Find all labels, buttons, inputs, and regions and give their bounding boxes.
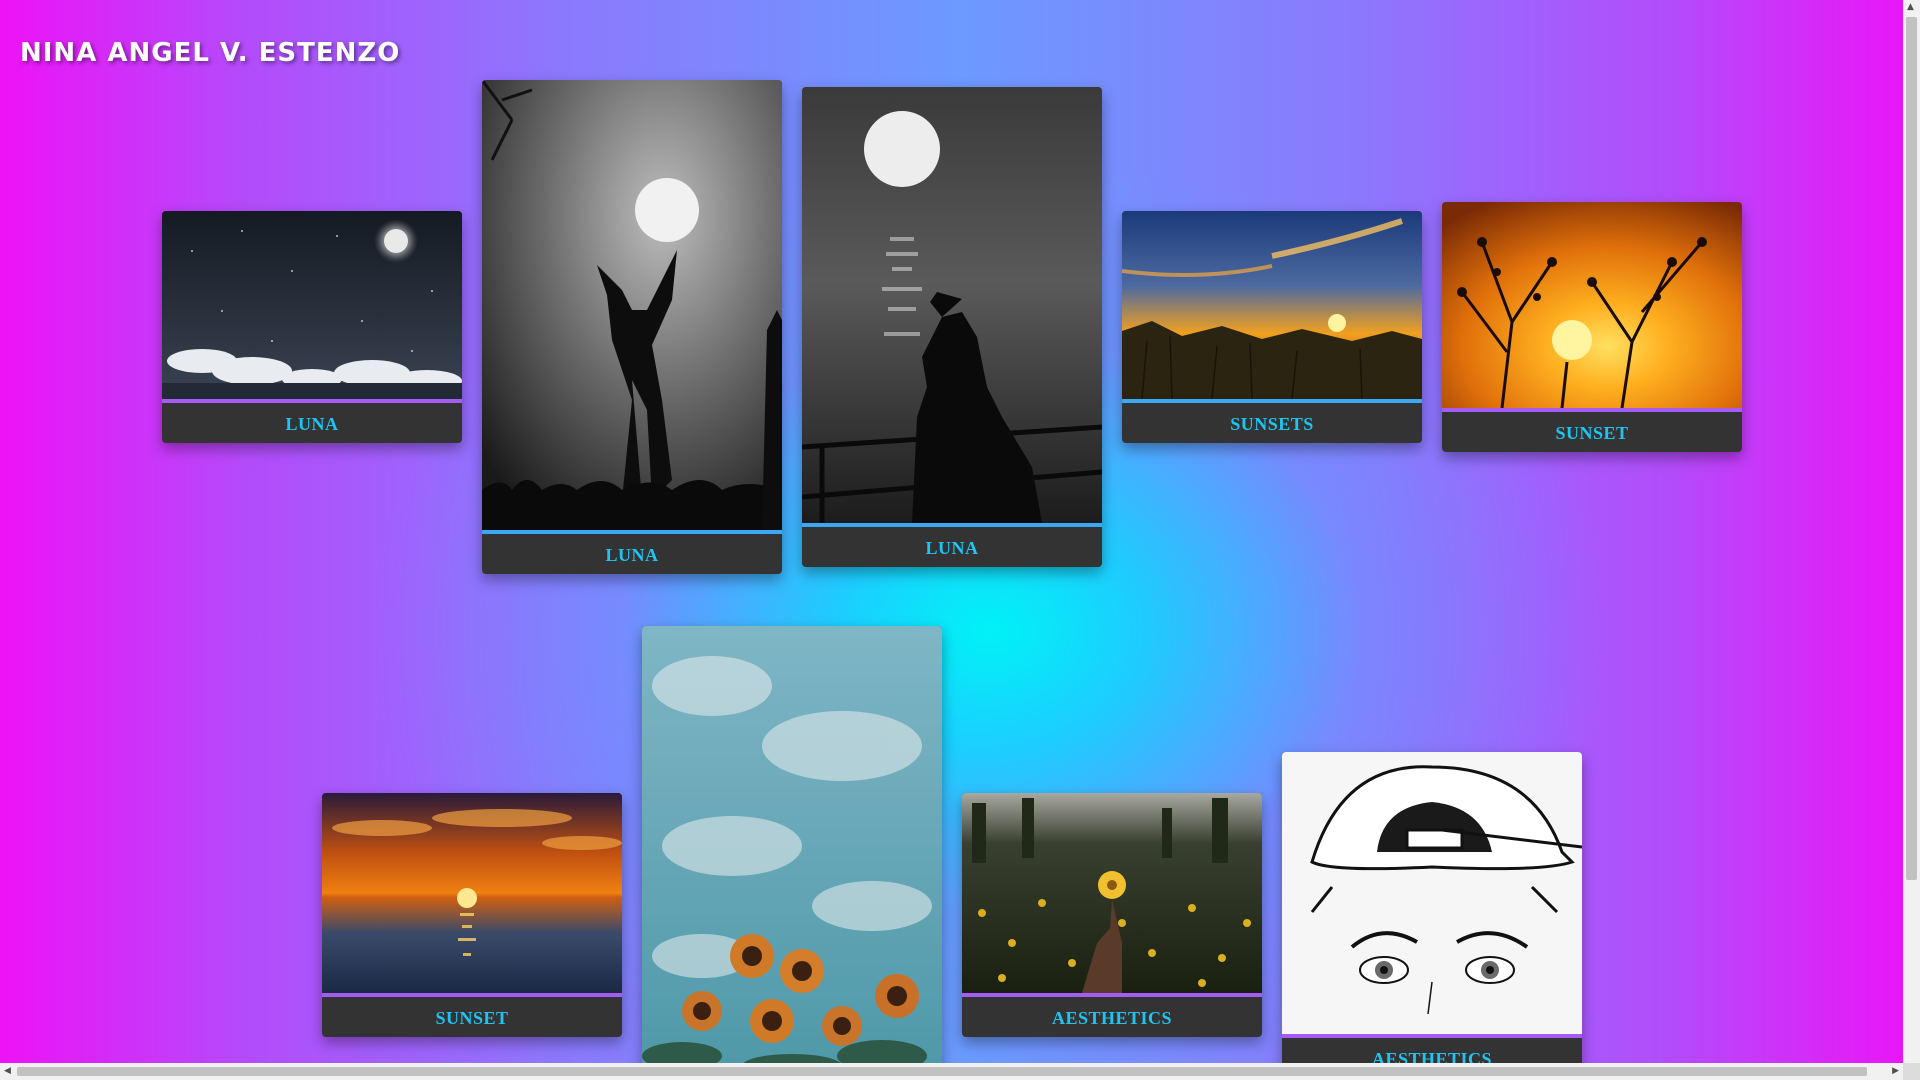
card-image-golden-sunset xyxy=(1122,211,1422,399)
scrollbar-corner xyxy=(1903,1063,1920,1080)
vertical-scroll-thumb[interactable] xyxy=(1906,17,1917,880)
gallery-card-sunsets[interactable]: SUNSETS xyxy=(1122,211,1422,443)
card-label: SUNSETS xyxy=(1230,414,1314,434)
scroll-right-icon[interactable]: ▶ xyxy=(1892,1066,1899,1076)
card-image-night-sky xyxy=(162,211,462,399)
card-label: LUNA xyxy=(605,545,659,565)
horizontal-scrollbar[interactable]: ◀ ▶ xyxy=(0,1063,1903,1080)
scroll-left-icon[interactable]: ◀ xyxy=(4,1066,11,1076)
scroll-up-icon[interactable]: ▲ xyxy=(1907,2,1914,12)
card-image-sunflowers xyxy=(642,626,942,1076)
vertical-scrollbar[interactable]: ▲ xyxy=(1903,0,1920,1063)
gallery-card-sunset-ocean[interactable]: SUNSET xyxy=(322,793,622,1037)
gallery-card-luna-railing[interactable]: LUNA xyxy=(802,87,1102,567)
page-title: NINA ANGEL V. ESTENZO xyxy=(20,38,401,68)
card-image-moon-railing xyxy=(802,87,1102,523)
card-label: SUNSET xyxy=(435,1008,509,1028)
card-label: SUNSET xyxy=(1555,423,1629,443)
gallery-card-aesthetics-drawing[interactable]: AESTHETICS xyxy=(1282,752,1582,1078)
gallery-card-sunflowers[interactable] xyxy=(642,626,942,1076)
gallery-card-aesthetics-field[interactable]: AESTHETICS xyxy=(962,793,1262,1037)
gallery-card-luna-moon-holder[interactable]: LUNA xyxy=(482,80,782,574)
card-label: AESTHETICS xyxy=(1051,1008,1173,1028)
horizontal-scroll-thumb[interactable] xyxy=(17,1067,1867,1076)
card-image-flower-field xyxy=(962,793,1262,993)
card-image-ocean-sunset xyxy=(322,793,622,993)
card-image-moon-silhouette xyxy=(482,80,782,530)
gallery-card-luna-night-sky[interactable]: LUNA xyxy=(162,211,462,443)
card-image-branches-sunset xyxy=(1442,202,1742,408)
card-label: LUNA xyxy=(925,538,979,558)
card-label: LUNA xyxy=(285,414,339,434)
gallery-card-sunset-branches[interactable]: SUNSET xyxy=(1442,202,1742,452)
card-image-girl-drawing xyxy=(1282,752,1582,1034)
